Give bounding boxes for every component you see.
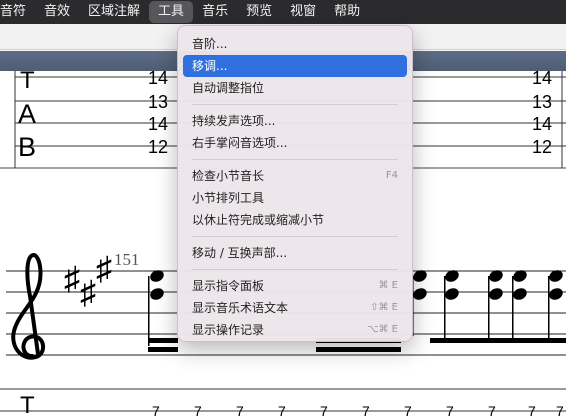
sharp-icon: ♯: [80, 274, 96, 310]
menu-separator: [192, 269, 398, 270]
fret-number: 7: [446, 403, 454, 416]
note-group-left: [148, 270, 178, 352]
menu-tools[interactable]: 工具: [149, 1, 194, 23]
menu-item-sustain-options[interactable]: 持续发声选项...: [183, 110, 407, 132]
menu-separator: [192, 159, 398, 160]
menu-preview[interactable]: 预览: [237, 1, 281, 23]
menu-item-shortcut: ⇧⌘ E: [370, 302, 398, 313]
menu-bar: 音符 音效 区域注解 工具 音乐 预览 视窗 帮助: [0, 0, 566, 24]
measure-number: 151: [114, 250, 140, 269]
menu-separator: [192, 104, 398, 105]
menu-window[interactable]: 视窗: [281, 1, 325, 23]
menu-effects[interactable]: 音效: [35, 1, 79, 23]
menu-help[interactable]: 帮助: [325, 1, 369, 23]
menu-item-shortcut: F4: [385, 170, 398, 181]
fret-number: 7: [488, 403, 496, 416]
fret-number: 12: [532, 137, 552, 157]
sharp-icon: ♯: [64, 260, 80, 296]
tab-clef-a: A: [18, 99, 36, 129]
menu-separator: [192, 236, 398, 237]
menu-item-complete-bars-rests[interactable]: 以休止符完成或缩减小节: [183, 209, 407, 231]
fret-number: 7: [320, 403, 328, 416]
menu-music[interactable]: 音乐: [193, 1, 237, 23]
fret-number: 7: [152, 403, 160, 416]
fret-number: 7: [236, 403, 244, 416]
fret-number: 13: [532, 92, 552, 112]
menu-item-label: 检查小节音长: [192, 169, 265, 183]
tab-clef-t-lower: T: [20, 392, 35, 416]
menu-notes[interactable]: 音符: [0, 1, 35, 23]
menu-item-auto-fingering[interactable]: 自动调整指位: [183, 77, 407, 99]
tab-clef-b: B: [18, 132, 36, 162]
menu-item-shortcut: ⌘ E: [378, 280, 399, 291]
fret-number: 7: [362, 403, 370, 416]
menu-item-show-command-palette[interactable]: 显示指令面板 ⌘ E: [183, 275, 407, 297]
fret-number: 14: [532, 71, 552, 88]
sharp-icon: ♯: [96, 250, 112, 286]
menu-item-label: 显示指令面板: [192, 279, 265, 293]
menu-item-palm-mute-options[interactable]: 右手掌闷音选项...: [183, 132, 407, 154]
menu-item-label: 显示操作记录: [192, 323, 265, 337]
fret-number: 7: [194, 403, 202, 416]
menu-item-shortcut: ⌥⌘ E: [366, 324, 398, 335]
fret-number: 14: [532, 114, 552, 134]
menu-item-show-history[interactable]: 显示操作记录 ⌥⌘ E: [183, 319, 407, 341]
menu-section-annotation[interactable]: 区域注解: [79, 1, 149, 23]
bottom-fret-row: 7 7 7 7 7 7 7 7 7 7 7: [152, 403, 564, 416]
fret-number: 7: [404, 403, 412, 416]
menu-item-label: 显示音乐术语文本: [192, 301, 289, 315]
menu-item-bar-arranger[interactable]: 小节排列工具: [183, 187, 407, 209]
fret-number: 14: [148, 114, 168, 134]
fret-number: 7: [556, 403, 564, 416]
tab-clef-t: T: [20, 71, 35, 94]
menu-item-move-swap-voices[interactable]: 移动 / 互换声部...: [183, 242, 407, 264]
fret-number: 12: [148, 137, 168, 157]
fret-number: 13: [148, 92, 168, 112]
fret-number: 14: [148, 71, 168, 88]
menu-item-check-bar-duration[interactable]: 检查小节音长 F4: [183, 165, 407, 187]
menu-item-transpose[interactable]: 移调...: [183, 55, 407, 77]
treble-clef-icon: [11, 252, 46, 360]
fret-number: 7: [528, 403, 536, 416]
tools-dropdown-menu: 音阶... 移调... 自动调整指位 持续发声选项... 右手掌闷音选项... …: [177, 25, 413, 342]
menu-item-scales[interactable]: 音阶...: [183, 33, 407, 55]
menu-item-show-music-terms[interactable]: 显示音乐术语文本 ⇧⌘ E: [183, 297, 407, 319]
fret-number: 7: [278, 403, 286, 416]
